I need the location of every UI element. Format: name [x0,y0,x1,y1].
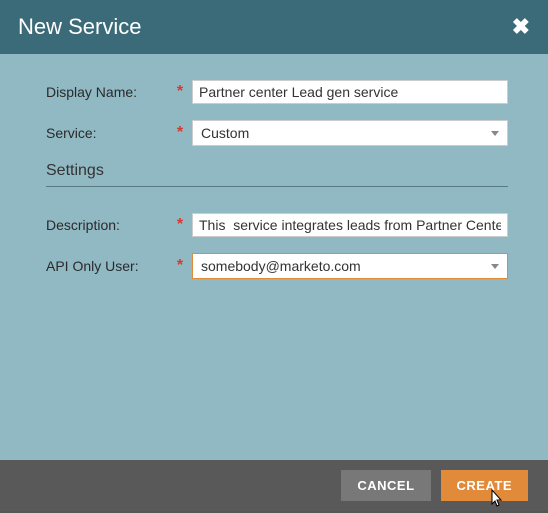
description-input[interactable] [192,213,508,237]
label-service: Service: [46,125,172,141]
required-marker: * [172,257,188,275]
cancel-button[interactable]: CANCEL [341,470,430,501]
label-display-name: Display Name: [46,84,172,100]
chevron-down-icon [491,131,499,136]
service-select-value: Custom [201,125,249,141]
required-marker: * [172,216,188,234]
dialog-title: New Service [18,14,141,40]
dialog-footer: CANCEL CREATE [0,460,548,511]
row-service: Service: * Custom [46,120,508,146]
create-button[interactable]: CREATE [441,470,528,501]
dialog-header: New Service ✖ [0,0,548,54]
row-description: Description: * [46,213,508,237]
service-select[interactable]: Custom [192,120,508,146]
api-only-user-select-value: somebody@marketo.com [201,258,361,274]
section-divider [46,186,508,187]
close-icon[interactable]: ✖ [512,16,530,38]
label-description: Description: [46,217,172,233]
required-marker: * [172,83,188,101]
row-display-name: Display Name: * [46,80,508,104]
api-only-user-select[interactable]: somebody@marketo.com [192,253,508,279]
label-api-only-user: API Only User: [46,258,172,274]
display-name-input[interactable] [192,80,508,104]
chevron-down-icon [491,264,499,269]
dialog-body: Display Name: * Service: * Custom Settin… [0,54,548,460]
required-marker: * [172,124,188,142]
new-service-dialog: New Service ✖ Display Name: * Service: *… [0,0,548,511]
row-api-only-user: API Only User: * somebody@marketo.com [46,253,508,279]
settings-heading: Settings [46,162,508,180]
